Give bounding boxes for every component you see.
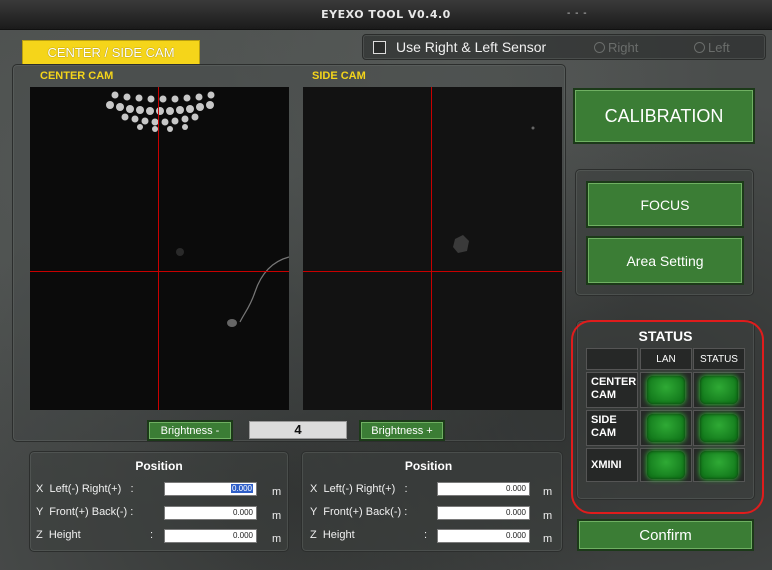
calibration-button[interactable]: CALIBRATION [573,88,755,144]
side-cam-view[interactable] [303,87,562,410]
use-right-left-sensor-checkbox[interactable] [373,41,386,54]
window-title: EYEXO TOOL V0.4.0 [321,8,451,21]
side-y-value: 0.000 [505,508,526,517]
center-y-value: 0.000 [232,508,253,517]
y-front-back-label: Y Front(+) Back(-) : [36,506,134,518]
center-x-input[interactable]: 0.000 [164,482,257,496]
center-z-value: 0.000 [232,531,253,540]
brightness-value: 4 [249,421,347,439]
side-cam-label: SIDE CAM [312,70,366,82]
unit-label: m [543,533,553,545]
center-cam-image [106,91,289,327]
brightness-minus-button[interactable]: Brightness - [147,420,233,441]
status-highlight-ring [571,320,764,514]
position-title: Position [135,459,183,473]
brightness-plus-button[interactable]: Brightness + [359,420,445,441]
radio-left[interactable]: Left [694,40,730,55]
side-x-value: 0.000 [505,484,526,493]
window-controls[interactable]: - - - [567,8,588,19]
center-z-input[interactable]: 0.000 [164,529,257,543]
unit-label: m [543,510,553,522]
crosshair-horizontal [303,271,562,272]
side-z-value: 0.000 [505,531,526,540]
sensor-options-bar: Use Right & Left Sensor Right Left [362,34,766,60]
side-cam-image [453,126,535,253]
radio-right[interactable]: Right [594,40,638,55]
crosshair-horizontal [30,271,289,272]
unit-label: m [272,510,282,522]
unit-label: m [272,486,282,498]
x-left-right-label: X Left(-) Right(+) : [310,483,408,495]
focus-button[interactable]: FOCUS [586,181,744,228]
radio-circle-icon [694,42,705,53]
z-colon: : [424,529,428,541]
center-y-input[interactable]: 0.000 [164,506,257,520]
unit-label: m [543,486,553,498]
side-y-input[interactable]: 0.000 [437,506,530,520]
radio-right-label: Right [608,40,639,55]
crosshair-vertical [158,87,159,410]
tab-center-side-cam[interactable]: CENTER / SIDE CAM [22,40,200,65]
radio-left-label: Left [708,40,730,55]
x-left-right-label: X Left(-) Right(+) : [36,483,134,495]
area-setting-button[interactable]: Area Setting [586,236,744,285]
radio-circle-icon [594,42,605,53]
center-x-value: 0.000 [230,484,253,493]
z-height-label: Z Height [36,529,81,541]
z-height-label: Z Height [310,529,355,541]
y-front-back-label: Y Front(+) Back(-) : [310,506,408,518]
position-title: Position [404,459,453,473]
title-bar: EYEXO TOOL V0.4.0 - - - [0,0,772,30]
side-x-input[interactable]: 0.000 [437,482,530,496]
center-cam-view[interactable] [30,87,289,410]
use-right-left-sensor-label[interactable]: Use Right & Left Sensor [396,39,546,55]
center-cam-label: CENTER CAM [40,70,114,82]
crosshair-vertical [431,87,432,410]
side-z-input[interactable]: 0.000 [437,529,530,543]
z-colon: : [150,529,154,541]
unit-label: m [272,533,282,545]
confirm-button[interactable]: Confirm [577,519,754,551]
